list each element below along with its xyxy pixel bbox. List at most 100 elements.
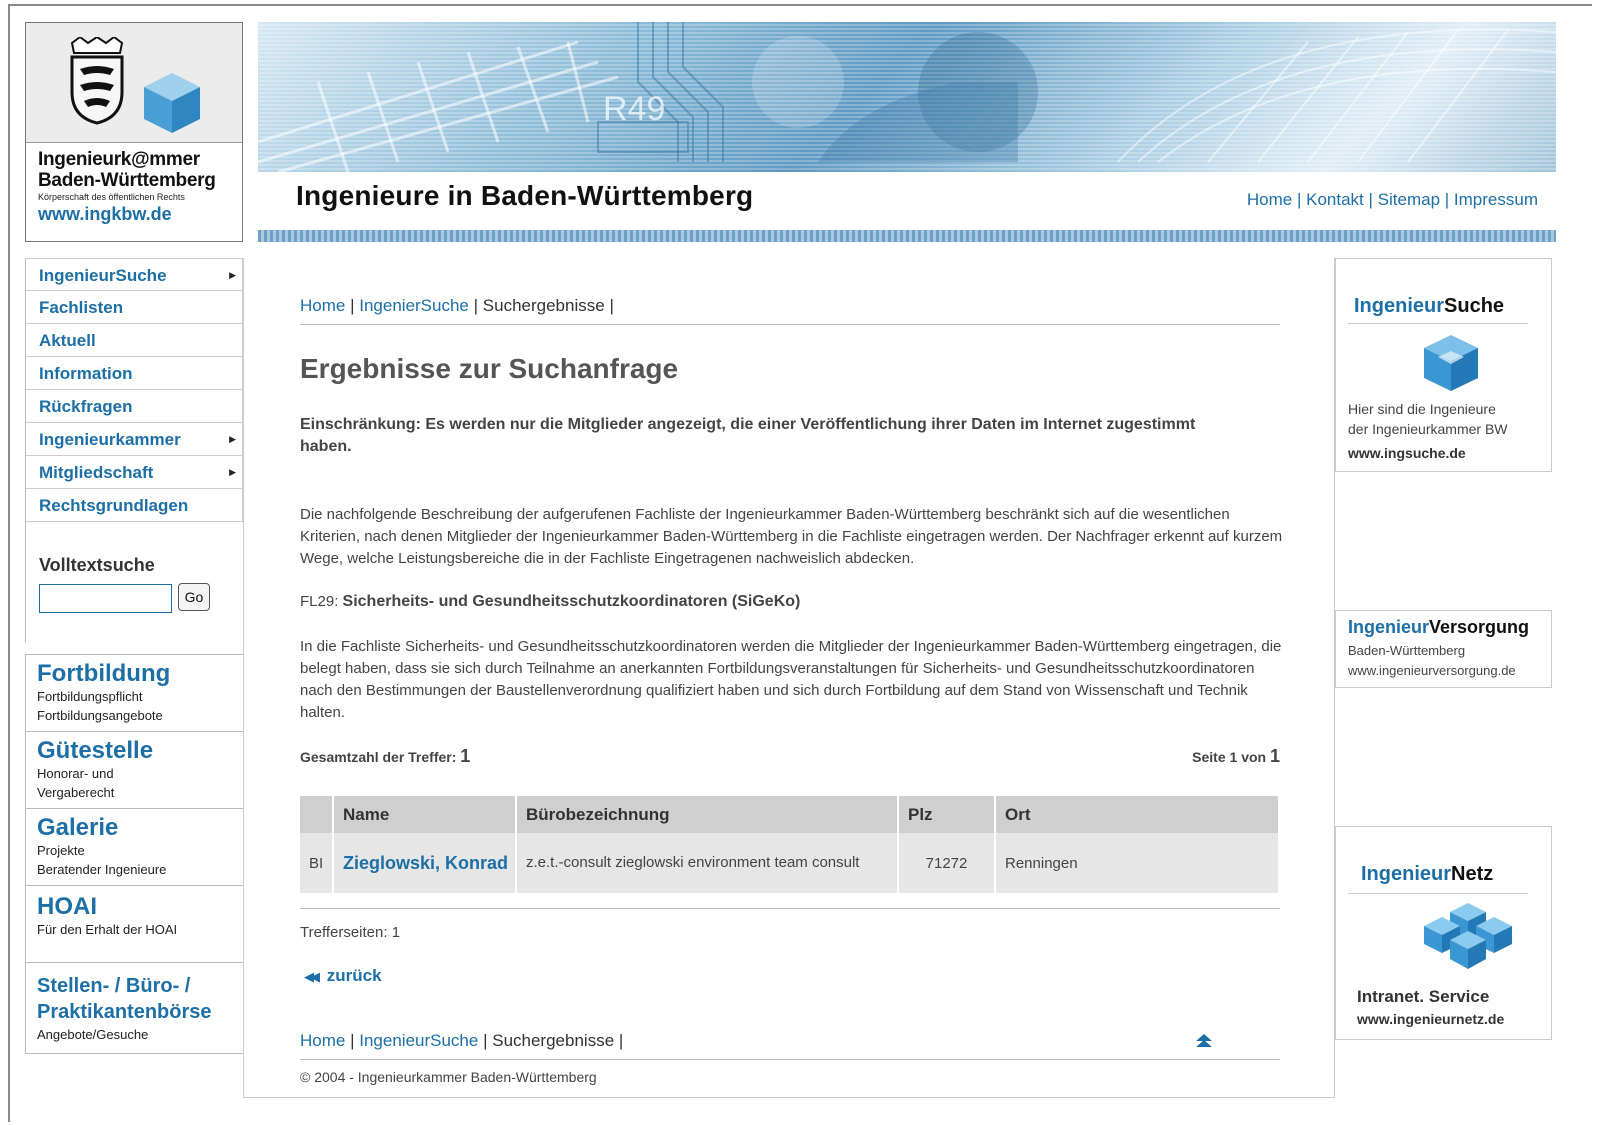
breadcrumb-current: Suchergebnisse [492,1031,615,1050]
banner-strip [258,230,1556,242]
sidebar-item-information[interactable]: Information [26,357,243,390]
site-logo[interactable]: Ingenieurk@mmer Baden-Württemberg Körper… [25,22,243,242]
promo-text: Baden-Württemberg [1348,643,1466,658]
table-row: BI Zieglowski, Konrad z.e.t.-consult zie… [300,833,1280,893]
promo-title-part: Netz [1451,863,1494,885]
sidebar-item-ingenieursuche[interactable]: IngenieurSuche ▶ [26,258,243,291]
result-pages-label: Trefferseiten: [300,924,388,941]
sidebar-item-mitgliedschaft[interactable]: Mitgliedschaft ▶ [26,456,243,489]
cell-plz: 71272 [898,833,996,893]
promo-ingenieursuche[interactable]: IngenieurSuche Hier sind die Ingenieure … [1335,258,1552,472]
top-link-sitemap[interactable]: Sitemap [1378,190,1440,209]
double-arrow-left-icon: ◀◀ [304,969,320,984]
divider [1348,893,1528,894]
promo-stellenboerse[interactable]: Stellen- / Büro- / Praktikantenbörse Ang… [25,962,243,1054]
promo-line: Angebote/Gesuche [37,1027,149,1042]
back-to-top-icon[interactable] [1196,1034,1212,1051]
logo-url[interactable]: www.ingkbw.de [38,204,242,225]
sidebar-item-label: Mitgliedschaft [39,463,154,482]
promo-line: Beratender Ingenieure [37,862,167,877]
promo-url: www.ingsuche.de [1348,445,1466,461]
breadcrumb-separator: | [618,1031,624,1050]
logo-subtitle: Körperschaft des öffentlichen Rechts [38,192,185,202]
sidebar-item-ingenieurkammer[interactable]: Ingenieurkammer ▶ [26,423,243,456]
promo-url: www.ingenieurnetz.de [1357,1011,1505,1027]
page-title: Ergebnisse zur Suchanfrage [300,353,679,384]
sidebar-item-label: Fachlisten [39,298,124,317]
sidebar-item-rueckfragen[interactable]: Rückfragen [26,390,243,423]
promo-title: IngenieurSuche [1354,295,1504,318]
promo-text: Hier sind die Ingenieure [1348,401,1496,417]
submenu-arrow-icon: ▶ [229,467,236,477]
copyright: © 2004 - Ingenieurkammer Baden-Württembe… [300,1069,597,1085]
site-title: Ingenieure in Baden-Württemberg [296,180,754,211]
logo-name-line1: Ingenieurk@mmer [38,149,200,170]
promo-line: Fortbildungspflicht [37,689,143,704]
sidebar-item-rechtsgrundlagen[interactable]: Rechtsgrundlagen [26,489,243,522]
promo-ingenieurversorgung[interactable]: IngenieurVersorgung Baden-Württemberg ww… [1335,610,1552,688]
breadcrumb-separator: | [483,1031,488,1050]
promo-hoai[interactable]: HOAI Für den Erhalt der HOAI [25,885,243,962]
page-info-total: 1 [1269,746,1280,766]
search-go-button[interactable]: Go [178,583,210,611]
separator: | [1296,190,1302,209]
promo-title: Praktikantenbörse [37,1001,212,1023]
promo-title: Fortbildung [37,660,171,687]
top-link-home[interactable]: Home [1247,190,1292,209]
cell-name-link[interactable]: Zieglowski, Konrad [333,833,517,893]
sidebar-nav: IngenieurSuche ▶ Fachlisten Aktuell Info… [25,258,243,522]
sidebar-item-fachlisten[interactable]: Fachlisten [26,291,243,324]
submenu-arrow-icon: ▶ [229,434,236,444]
promo-url: www.ingenieurversorgung.de [1348,663,1516,678]
breadcrumb-current: Suchergebnisse [482,296,605,315]
cubes-cluster-icon [1424,903,1512,969]
breadcrumb-separator: | [473,296,479,315]
promo-title: IngenieurNetz [1361,863,1493,886]
breadcrumb-home[interactable]: Home [300,296,345,315]
cube-icon [1424,335,1478,391]
separator: | [1444,190,1450,209]
promo-galerie[interactable]: Galerie Projekte Beratender Ingenieure [25,808,243,885]
promo-title-part: Suche [1444,295,1505,317]
coat-of-arms-icon [70,37,124,125]
promo-title: IngenieurVersorgung [1348,617,1529,638]
top-link-impressum[interactable]: Impressum [1454,190,1538,209]
total-hits: Gesamtzahl der Treffer: 1 [300,746,470,767]
promo-ingenieurnetz[interactable]: IngenieurNetz Intranet. Service www.inge… [1335,826,1552,1040]
back-label: zurück [326,966,382,985]
top-link-kontakt[interactable]: Kontakt [1306,190,1364,209]
cell-type: BI [300,833,334,893]
breadcrumb-ingeniersuche[interactable]: IngenierSuche [359,296,469,315]
result-pages: Trefferseiten: 1 [300,924,400,941]
sidebar-item-label: Rückfragen [39,397,133,416]
restriction-note: Einschränkung: Es werden nur die Mitglie… [300,416,1196,455]
promo-fortbildung[interactable]: Fortbildung Fortbildungspflicht Fortbild… [25,654,243,731]
breadcrumb-home[interactable]: Home [300,1031,345,1050]
header-banner: R49 Ingenieure in Baden-Württemberg Home… [258,22,1556,242]
cell-buero: z.e.t.-consult zieglowski environment te… [516,833,899,893]
promo-text: Intranet. Service [1357,987,1490,1006]
promo-title: Stellen- / Büro- / [37,975,191,997]
footer-breadcrumb: Home | IngenieurSuche | Suchergebnisse | [300,1031,1280,1060]
search-input[interactable] [39,584,172,613]
list-description: Die nachfolgende Beschreibung der aufger… [300,506,1283,567]
promo-line: Fortbildungsangebote [37,708,163,723]
buero-text: z.e.t.-consult zieglowski environment te… [526,854,860,871]
promo-guetestelle[interactable]: Gütestelle Honorar- und Vergaberecht [25,731,243,808]
breadcrumb: Home | IngenierSuche | Suchergebnisse | [300,296,1280,325]
cube-icon [144,73,200,133]
sidebar-item-aktuell[interactable]: Aktuell [26,324,243,357]
promo-line: Honorar- und [37,766,114,781]
column-header-ort: Ort [995,796,1280,833]
total-hits-value: 1 [460,746,471,766]
result-page-link[interactable]: 1 [392,924,400,941]
breadcrumb-ingenieursuche[interactable]: IngenieurSuche [359,1031,478,1050]
page-info: Seite 1 von 1 [1192,746,1280,767]
main-content: Home | IngenierSuche | Suchergebnisse | … [243,258,1335,1098]
fachliste-description: In die Fachliste Sicherheits- und Gesund… [300,638,1282,721]
column-header-plz: Plz [898,796,996,833]
back-link[interactable]: ◀◀ zurück [304,966,382,986]
breadcrumb-separator: | [350,296,355,315]
separator: | [1368,190,1373,209]
sidebar-item-label: Information [39,364,133,383]
